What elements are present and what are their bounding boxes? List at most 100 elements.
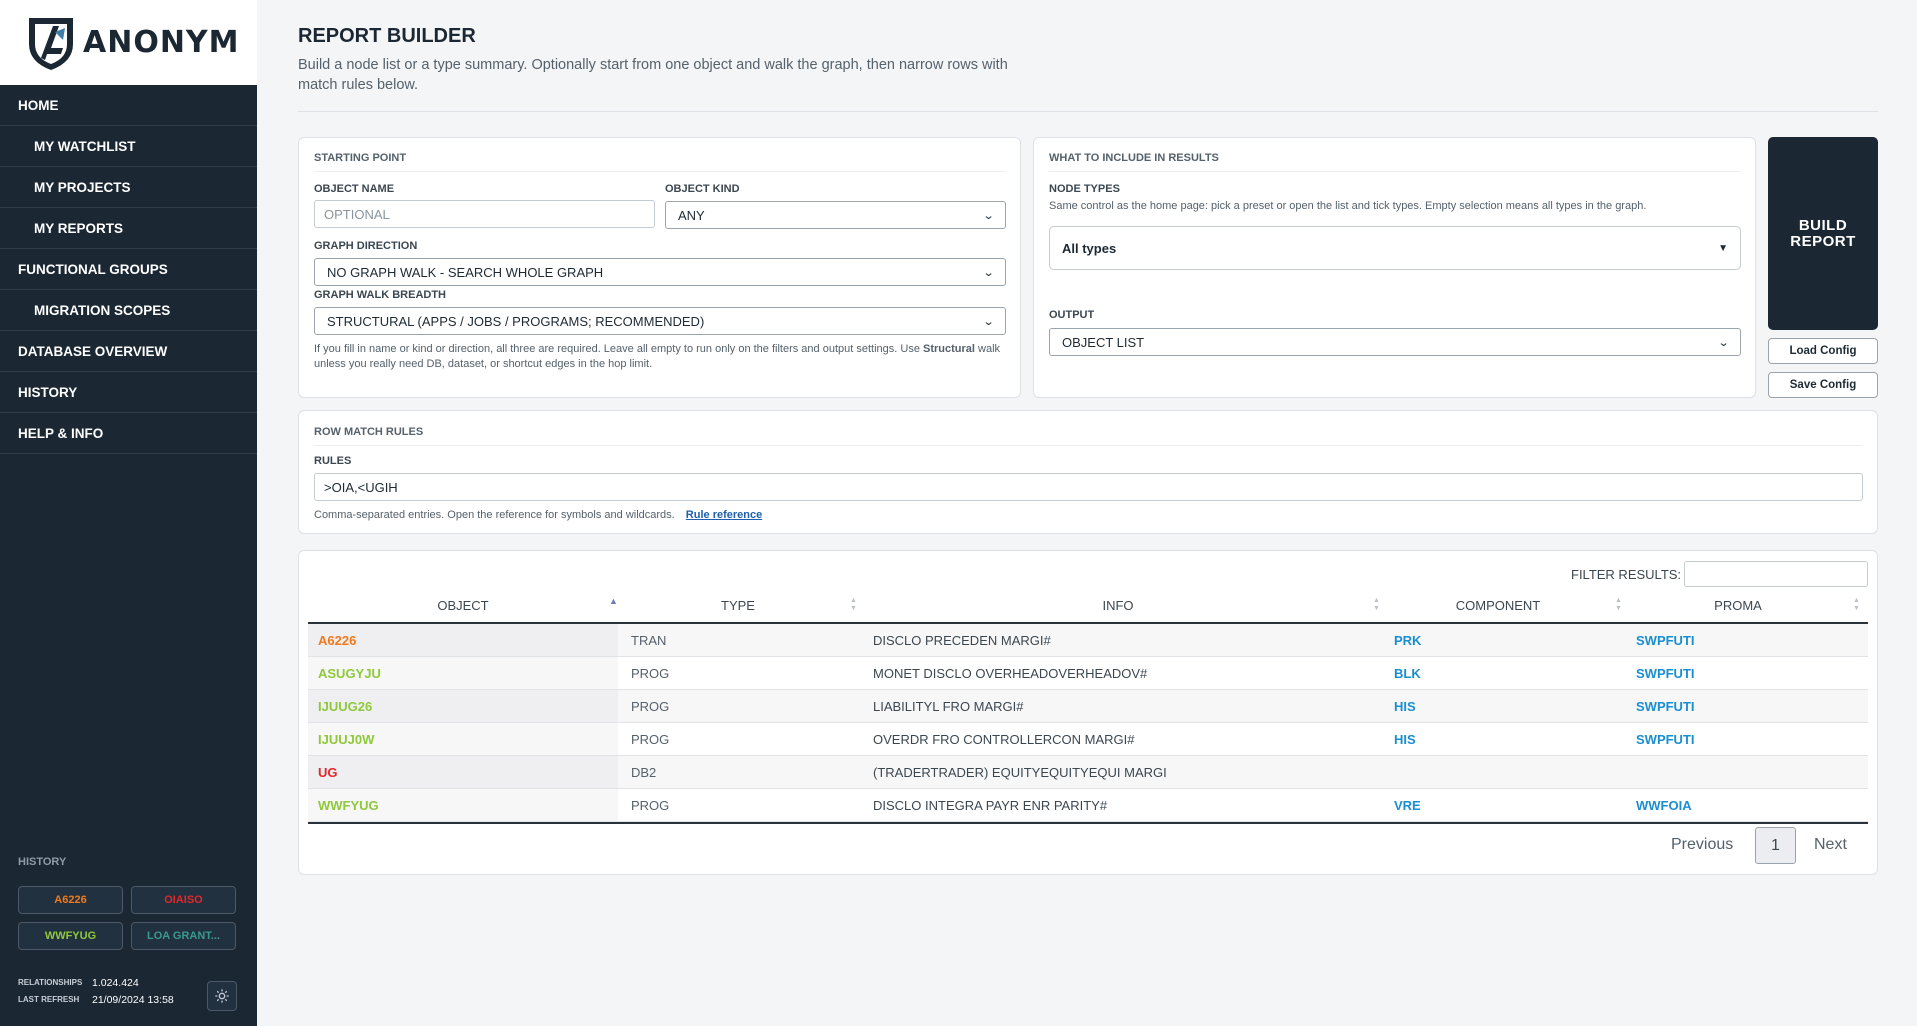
object-link[interactable]: A6226	[318, 633, 356, 648]
last-refresh-value: 21/09/2024 13:58	[92, 993, 174, 1006]
walk-breadth-select[interactable]: STRUCTURAL (APPS / JOBS / PROGRAMS; RECO…	[314, 307, 1006, 335]
sidebar-item-migration-scopes[interactable]: MIGRATION SCOPES	[0, 290, 257, 331]
header-divider	[298, 111, 1878, 112]
component-link[interactable]: BLK	[1394, 666, 1421, 681]
output-select[interactable]: OBJECT LIST ⌄	[1049, 328, 1741, 356]
stats-panel: RELATIONSHIPS 1.024.424 LAST REFRESH 21/09…	[18, 974, 174, 1008]
sidebar-item-database-overview[interactable]: DATABASE OVERVIEW	[0, 331, 257, 372]
history-chip[interactable]: A6226	[18, 886, 123, 914]
column-header-object[interactable]: OBJECT	[308, 598, 618, 613]
card-divider	[1049, 171, 1741, 172]
sidebar-item-help-info[interactable]: HELP & INFO	[0, 413, 257, 454]
sidebar-item-functional-groups[interactable]: FUNCTIONAL GROUPS	[0, 249, 257, 290]
object-link[interactable]: IJUUJ0W	[318, 732, 374, 747]
save-config-button[interactable]: Save Config	[1768, 372, 1878, 398]
next-page-button[interactable]: Next	[1814, 836, 1847, 854]
proma-link[interactable]: SWPFUTI	[1636, 633, 1695, 648]
row-match-rules-card: ROW MATCH RULES RULES >OIA,<UGIH Comma-s…	[298, 410, 1878, 534]
proma-link[interactable]: SWPFUTI	[1636, 699, 1695, 714]
settings-button[interactable]	[207, 981, 237, 1011]
column-header-type[interactable]: TYPE	[618, 598, 858, 613]
caret-down-icon: ▼	[1718, 242, 1728, 254]
page-title: REPORT BUILDER	[298, 25, 476, 47]
include-title: WHAT TO INCLUDE IN RESULTS	[1049, 152, 1219, 164]
node-types-select[interactable]: All types ▼	[1049, 226, 1741, 270]
sidebar-item-my-projects[interactable]: MY PROJECTS	[0, 167, 257, 208]
component-link[interactable]: HIS	[1394, 699, 1416, 714]
type-cell: PROG	[631, 732, 670, 747]
type-cell: PROG	[631, 666, 670, 681]
proma-link[interactable]: SWPFUTI	[1636, 732, 1695, 747]
page-description: Build a node list or a type summary. Opt…	[298, 57, 1008, 93]
table-bottom-border	[308, 822, 1868, 824]
gear-icon	[215, 989, 229, 1003]
sidebar-item-home[interactable]: HOME	[0, 85, 257, 126]
starting-point-help: If you fill in name or kind or direction…	[314, 342, 1006, 372]
column-header-proma[interactable]: PROMA	[1618, 598, 1858, 613]
component-link[interactable]: HIS	[1394, 732, 1416, 747]
info-cell: DISCLO INTEGRA PAYR ENR PARITY#	[873, 798, 1108, 813]
column-header-info[interactable]: INFO	[858, 598, 1378, 613]
graph-direction-label: GRAPH DIRECTION	[314, 240, 418, 252]
component-link[interactable]: PRK	[1394, 633, 1421, 648]
load-config-button[interactable]: Load Config	[1768, 338, 1878, 364]
type-cell: TRAN	[631, 633, 667, 648]
object-link[interactable]: IJUUG26	[318, 699, 372, 714]
chevron-down-icon: ⌄	[982, 315, 995, 328]
last-refresh-label: LAST REFRESH	[18, 995, 80, 1004]
previous-page-button[interactable]: Previous	[1671, 836, 1733, 854]
report-label: REPORT	[1790, 232, 1856, 250]
history-chips: A6226 OIAISO WWFYUG LOA GRANT...	[18, 886, 236, 950]
chevron-down-icon: ⌄	[982, 266, 995, 279]
object-kind-select[interactable]: ANY ⌄	[665, 201, 1006, 229]
object-link[interactable]: UG	[318, 765, 338, 780]
build-label: BUILD	[1798, 216, 1848, 234]
rules-label: RULES	[314, 455, 352, 467]
object-name-label: OBJECT NAME	[314, 183, 395, 195]
chevron-down-icon: ⌄	[1717, 336, 1730, 349]
build-report-button[interactable]: BUILD REPORT	[1768, 137, 1878, 330]
sort-icon[interactable]: ▲ ▼	[1853, 597, 1860, 613]
info-cell: OVERDR FRO CONTROLLERCON MARGI#	[873, 732, 1135, 747]
rules-input[interactable]: >OIA,<UGIH	[314, 473, 1863, 501]
sidebar-item-history[interactable]: HISTORY	[0, 372, 257, 413]
component-link[interactable]: VRE	[1394, 798, 1421, 813]
type-cell: DB2	[631, 765, 657, 780]
current-page-button[interactable]: 1	[1755, 827, 1796, 864]
object-link[interactable]: WWFYUG	[318, 798, 379, 813]
history-chip[interactable]: WWFYUG	[18, 922, 123, 950]
type-cell: PROG	[631, 798, 670, 813]
help-text-bold: Structural	[923, 343, 975, 355]
sidebar-item-my-watchlist[interactable]: MY WATCHLIST	[0, 126, 257, 167]
brand-logo[interactable]: ANONYM	[0, 0, 257, 85]
rules-help: Comma-separated entries. Open the refere…	[314, 508, 762, 523]
chevron-down-icon: ⌄	[982, 209, 995, 222]
walk-breadth-label: GRAPH WALK BREADTH	[314, 289, 446, 301]
graph-direction-select[interactable]: NO GRAPH WALK - SEARCH WHOLE GRAPH ⌄	[314, 258, 1006, 286]
sort-asc-icon[interactable]: ▲	[609, 597, 618, 606]
history-chip[interactable]: OIAISO	[131, 886, 236, 914]
node-types-label: NODE TYPES	[1049, 183, 1120, 195]
filter-results-input[interactable]	[1684, 561, 1868, 587]
shield-logo-icon	[29, 17, 73, 70]
rules-card-title: ROW MATCH RULES	[314, 426, 424, 438]
object-name-input[interactable]: OPTIONAL	[314, 200, 655, 228]
info-cell: DISCLO PRECEDEN MARGI#	[873, 633, 1051, 648]
rule-reference-link[interactable]: Rule reference	[686, 509, 762, 521]
proma-link[interactable]: WWFOIA	[1636, 798, 1692, 813]
node-types-help: Same control as the home page: pick a pr…	[1049, 200, 1647, 212]
rules-help-text: Comma-separated entries. Open the refere…	[314, 509, 675, 521]
object-link[interactable]: ASUGYJU	[318, 666, 381, 681]
info-cell: LIABILITYL FRO MARGI#	[873, 699, 1024, 714]
object-kind-label: OBJECT KIND	[665, 183, 740, 195]
column-header-component[interactable]: COMPONENT	[1378, 598, 1618, 613]
sidebar-item-my-reports[interactable]: MY REPORTS	[0, 208, 257, 249]
sort-icon[interactable]: ▲ ▼	[850, 597, 857, 613]
relationships-value: 1.024.424	[92, 976, 139, 989]
walk-breadth-value: STRUCTURAL (APPS / JOBS / PROGRAMS; RECO…	[327, 313, 705, 329]
proma-link[interactable]: SWPFUTI	[1636, 666, 1695, 681]
history-chip[interactable]: LOA GRANT...	[131, 922, 236, 950]
object-kind-value: ANY	[678, 207, 705, 223]
starting-point-title: STARTING POINT	[314, 152, 407, 164]
filter-results-label: FILTER RESULTS:	[1571, 567, 1682, 582]
